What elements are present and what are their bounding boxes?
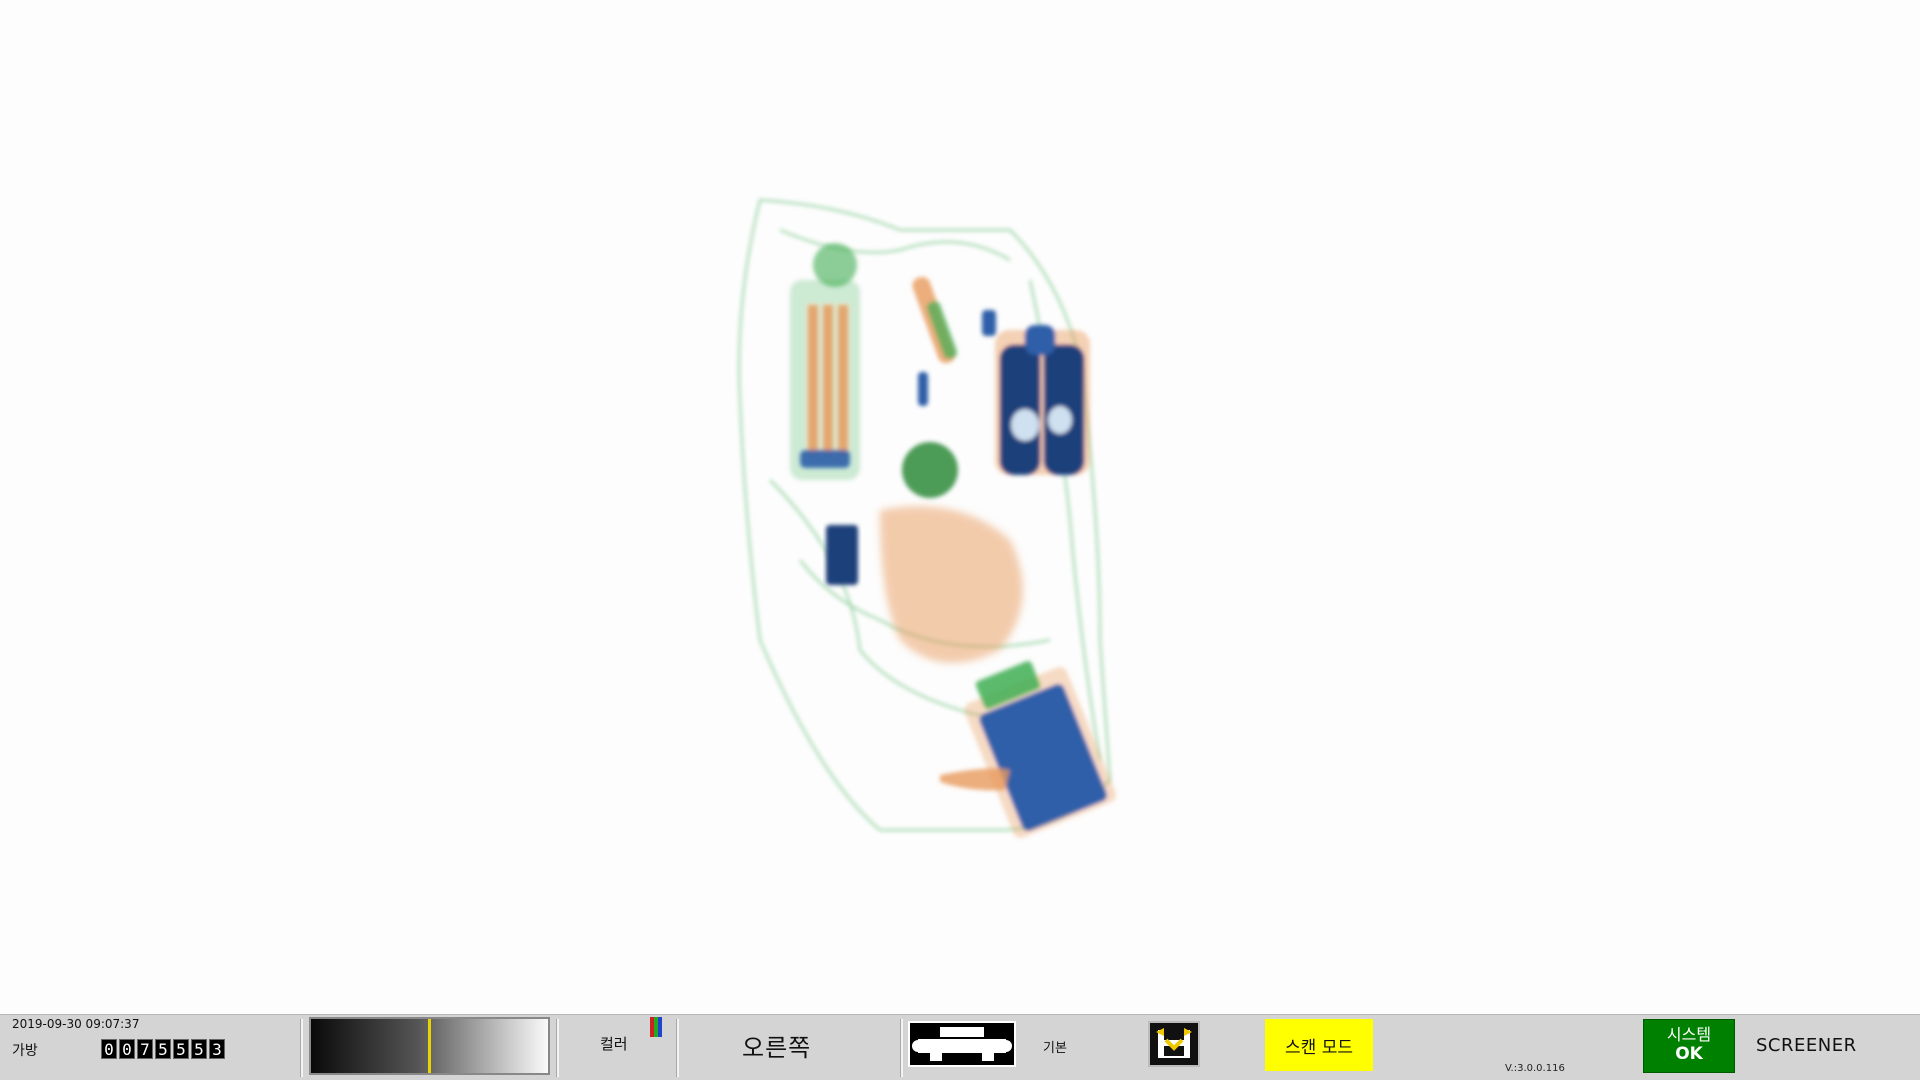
counter-digit: 7 [137, 1039, 153, 1059]
floppy-save-icon [1156, 1028, 1192, 1058]
color-palette-icon [650, 1017, 662, 1037]
divider [900, 1019, 903, 1077]
divider [300, 1019, 303, 1077]
bag-count-label: 가방 [12, 1043, 38, 1059]
color-swatch [658, 1017, 662, 1037]
slider-handle[interactable] [428, 1019, 431, 1073]
default-mode-label[interactable]: 기본 [1043, 1037, 1067, 1056]
divider [556, 1019, 559, 1077]
save-image-button[interactable] [1148, 1021, 1200, 1067]
scan-mode-button[interactable]: 스캔 모드 [1265, 1019, 1373, 1071]
counter-digit: 5 [173, 1039, 189, 1059]
conveyor-belt-icon[interactable] [908, 1021, 1016, 1067]
user-role-label: SCREENER [1756, 1035, 1857, 1056]
counter-digit: 3 [209, 1039, 225, 1059]
system-status-title: 시스템 [1666, 1025, 1712, 1044]
counter-digit: 5 [155, 1039, 171, 1059]
version-label: V.:3.0.0.116 [1505, 1063, 1565, 1074]
divider [676, 1019, 679, 1077]
counter-digit: 5 [191, 1039, 207, 1059]
status-bar: 2019-09-30 09:07:37 가방 0 0 7 5 5 5 3 컬러 … [0, 1014, 1920, 1080]
datetime-display: 2019-09-30 09:07:37 [12, 1017, 140, 1031]
bag-counter: 0 0 7 5 5 5 3 [101, 1039, 225, 1059]
conveyor-icon [912, 1027, 1012, 1061]
color-mode-label[interactable]: 컬러 [600, 1033, 628, 1054]
xray-scan-viewport[interactable] [0, 0, 1920, 1014]
counter-digit: 0 [101, 1039, 117, 1059]
grayscale-level-slider[interactable] [309, 1017, 550, 1075]
belt-direction-label[interactable]: 오른쪽 [742, 1028, 811, 1063]
xray-bag-image [738, 198, 1116, 838]
counter-digit: 0 [119, 1039, 135, 1059]
system-status-value: OK [1675, 1044, 1703, 1064]
system-status-indicator: 시스템 OK [1643, 1019, 1735, 1073]
